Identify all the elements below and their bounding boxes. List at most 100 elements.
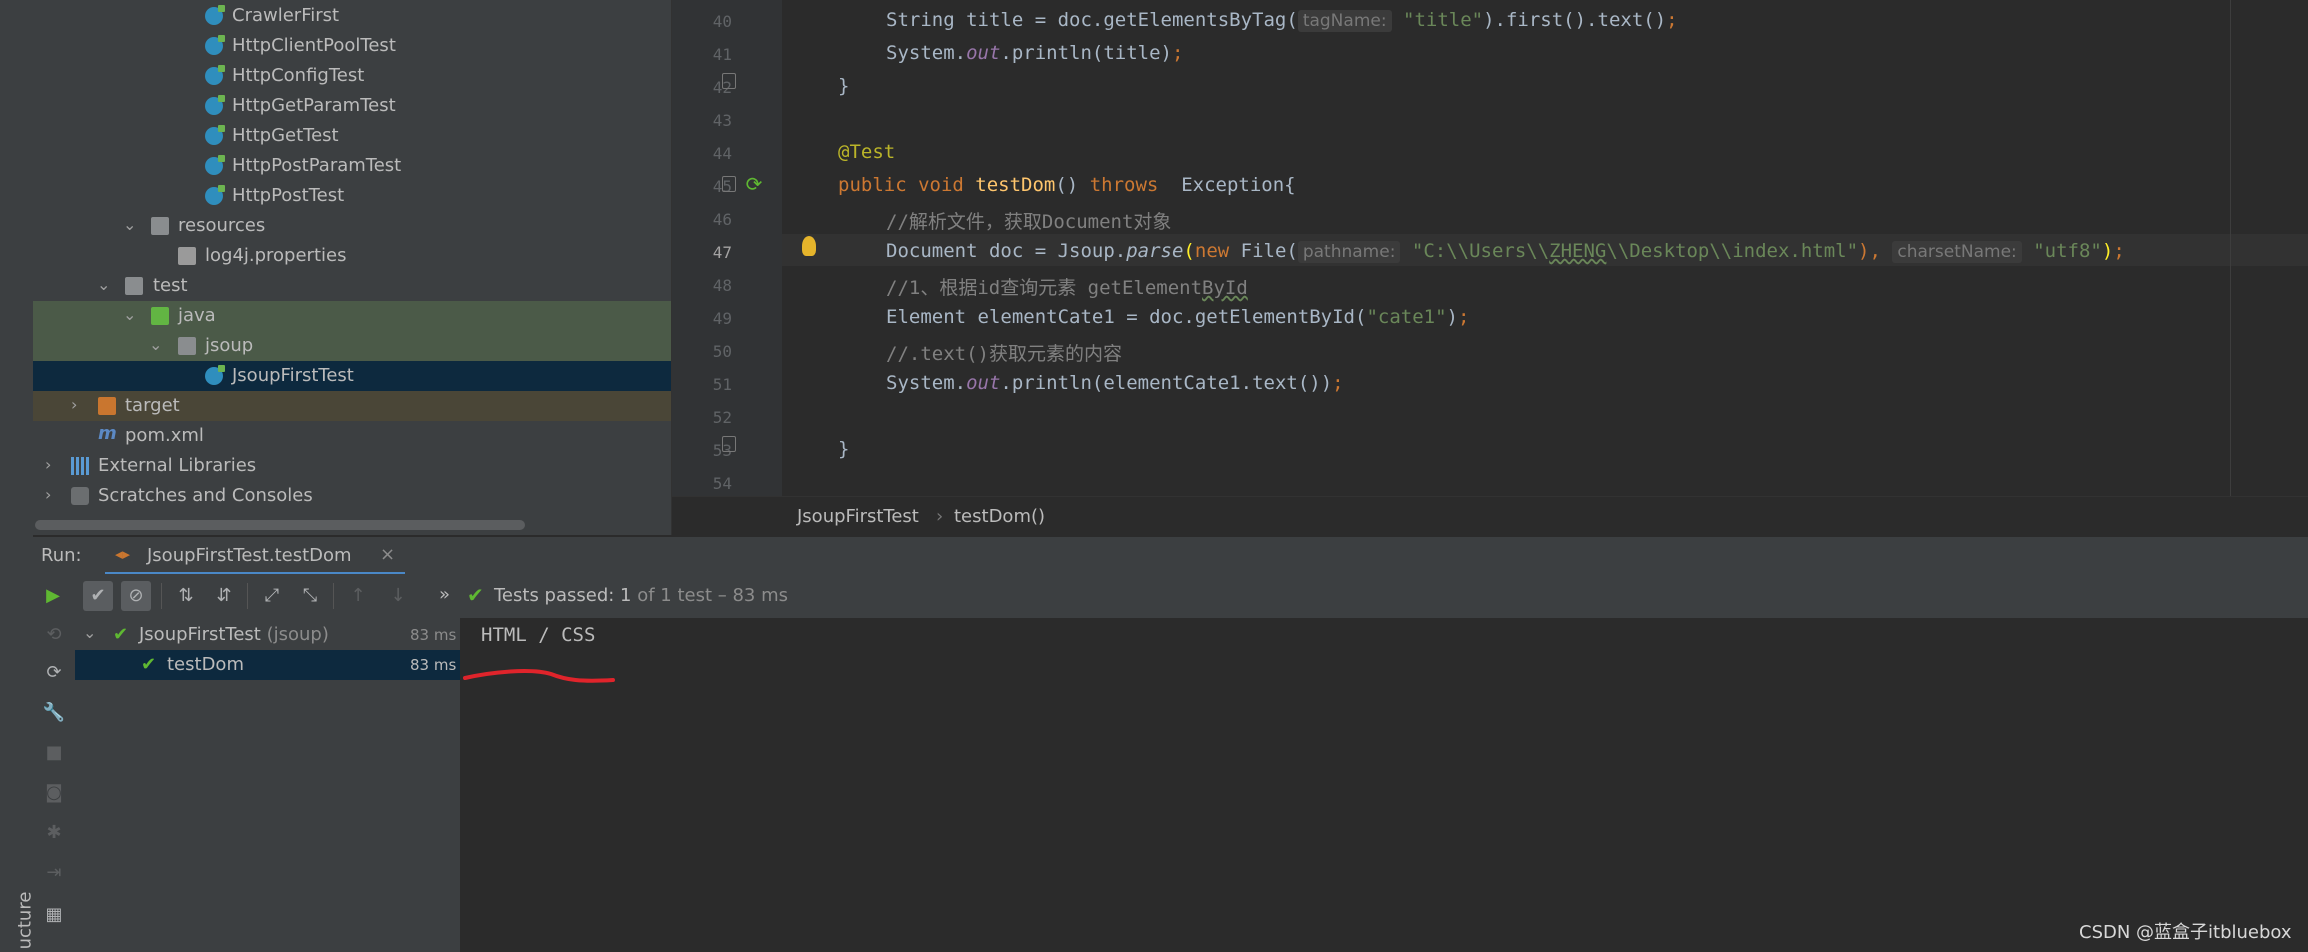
toolbar-separator [333,583,334,609]
tree-item-jsoup[interactable]: ⌄ jsoup [33,331,671,361]
show-passed-icon[interactable]: ✔ [83,581,113,611]
code-line-42: } [838,75,850,97]
run-side-toolbar: ⟲ ⟳ 🔧 ■ ◙ ✱ ⇥ ▦ [33,618,75,952]
tree-item-httpgetparamtest[interactable]: HttpGetParamTest [33,91,671,121]
tree-item-httpposttest[interactable]: HttpPostTest [33,181,671,211]
exit-icon[interactable]: ⇥ [39,858,69,888]
java-class-icon [205,125,225,145]
arrow-up-icon[interactable]: ↑ [343,581,373,611]
structure-tool-tab[interactable]: ucture [2,890,35,952]
chevron-right-icon[interactable]: › [45,485,51,504]
rerun-failed-icon[interactable]: ⟲ [39,620,69,650]
close-icon[interactable]: × [380,544,395,565]
test-sources-folder-icon [151,307,169,325]
properties-file-icon [178,247,196,265]
test-suite-row[interactable]: ⌄ ✔ JsoupFirstTest (jsoup) 83 ms [75,620,460,650]
java-class-icon [205,5,225,25]
tree-item-httppostparamtest[interactable]: HttpPostParamTest [33,151,671,181]
project-tree: CrawlerFirst HttpClientPoolTest HttpConf… [33,0,672,535]
java-class-icon [205,185,225,205]
right-margin-guide [2230,0,2231,496]
arrow-down-icon[interactable]: ↓ [383,581,413,611]
tree-item-test[interactable]: ⌄ test [33,271,671,301]
show-ignored-icon[interactable]: ⊘ [121,581,151,611]
console-output[interactable]: HTML / CSS CSDN @蓝盒子itbluebox [461,618,2308,952]
chevron-right-icon[interactable]: › [71,395,77,414]
code-line-48: //1、根据id查询元素 getElementById [886,277,1248,299]
fold-end-icon[interactable] [722,436,736,452]
code-line-46: //解析文件，获取Document对象 [886,211,1172,233]
breadcrumb-class[interactable]: JsoupFirstTest [797,506,919,527]
tree-item-httpgettest[interactable]: HttpGetTest [33,121,671,151]
run-test-gutter-icon[interactable]: ⟳ [672,172,772,196]
test-results-tree: ⌄ ✔ JsoupFirstTest (jsoup) 83 ms ✔ testD… [75,618,461,952]
code-line-51: System.out.println(elementCate1.text()); [886,372,1344,394]
console-text: HTML / CSS [481,624,596,646]
tree-item-pom-xml[interactable]: m pom.xml [33,421,671,451]
passed-check-icon: ✔ [113,624,129,645]
test-case-row[interactable]: ✔ testDom 83 ms [75,650,460,680]
chevron-down-icon[interactable]: ⌄ [123,215,136,234]
line-number: 48 [712,276,732,295]
line-number: 49 [712,309,732,328]
camera-icon[interactable]: ◙ [39,778,69,808]
code-line-45: public void testDom() throws Exception{ [838,174,1296,196]
chevron-down-icon[interactable]: ⌄ [149,335,162,354]
tree-item-java[interactable]: ⌄ java [33,301,671,331]
tree-item-httpclientpooltest[interactable]: HttpClientPoolTest [33,31,671,61]
tree-item-scratches-and-consoles[interactable]: › Scratches and Consoles [33,481,671,511]
chevron-down-icon[interactable]: ⌄ [123,305,136,324]
line-number: 47 [712,243,732,262]
tree-item-external-libraries[interactable]: › External Libraries [33,451,671,481]
chevron-down-icon[interactable]: ⌄ [83,623,96,642]
chevron-right-icon[interactable]: › [45,455,51,474]
toolbar-separator [247,583,248,609]
tree-item-crawlerfirst[interactable]: CrawlerFirst [33,1,671,31]
test-status: Tests passed: 1 of 1 test – 83 ms [494,585,789,606]
more-icon[interactable]: » [439,584,450,605]
run-label: Run: [41,545,82,566]
red-underline-annotation [463,669,615,683]
code-line-41: System.out.println(title); [886,42,1184,64]
line-number: 40 [712,12,732,31]
toggle-auto-test-icon[interactable]: ⟳ [39,658,69,688]
tree-item-resources[interactable]: ⌄ resources [33,211,671,241]
rerun-icon[interactable]: ▶ [38,581,68,611]
left-tool-strip [0,0,34,952]
lightbulb-icon[interactable] [802,236,816,256]
chevron-down-icon[interactable]: ⌄ [97,275,110,294]
stop-icon[interactable]: ■ [39,738,69,768]
sort-alphabetically-icon[interactable]: ⇅ [171,581,201,611]
collapse-all-icon[interactable]: ⤡ [295,581,325,611]
run-config-icon: ◂▸ [115,545,131,563]
expand-all-icon[interactable]: ⤢ [257,581,287,611]
tree-item-jsoupfirsttest[interactable]: JsoupFirstTest [33,361,671,391]
debug-icon[interactable]: ✱ [39,818,69,848]
breadcrumb-method[interactable]: testDom() [954,506,1045,527]
maven-icon: m [98,423,117,444]
line-number: 51 [712,375,732,394]
java-class-icon [205,35,225,55]
wrench-icon[interactable]: 🔧 [39,698,69,728]
folder-icon [125,277,143,295]
package-icon [178,337,196,355]
toolbar-separator [161,583,162,609]
fold-end-icon[interactable] [722,73,736,89]
layout-icon[interactable]: ▦ [39,900,69,930]
tree-item-log4j-properties[interactable]: log4j.properties [33,241,671,271]
sort-by-duration-icon[interactable]: ⇵ [209,581,239,611]
java-class-icon [205,365,225,385]
run-tab[interactable]: ◂▸ JsoupFirstTest.testDom × [105,537,405,575]
tree-item-target[interactable]: › target [33,391,671,421]
code-line-47: Document doc = Jsoup.parse(new File(path… [886,240,2125,263]
watermark: CSDN @蓝盒子itbluebox [2079,922,2292,943]
line-number: 44 [712,144,732,163]
horizontal-scrollbar[interactable] [35,520,525,530]
run-toolbar: ▶ ✔ ⊘ ⇅ ⇵ ⤢ ⤡ ↑ ↓ » ✔ Tests passed: 1 of… [33,574,2308,618]
code-editor[interactable]: 40 41 42 43 44 45 46 47 48 49 50 51 52 5… [672,0,2308,496]
java-class-icon [205,155,225,175]
tree-item-httpconfigtest[interactable]: HttpConfigTest [33,61,671,91]
java-class-icon [205,95,225,115]
code-line-49: Element elementCate1 = doc.getElementByI… [886,306,1470,328]
line-number: 52 [712,408,732,427]
